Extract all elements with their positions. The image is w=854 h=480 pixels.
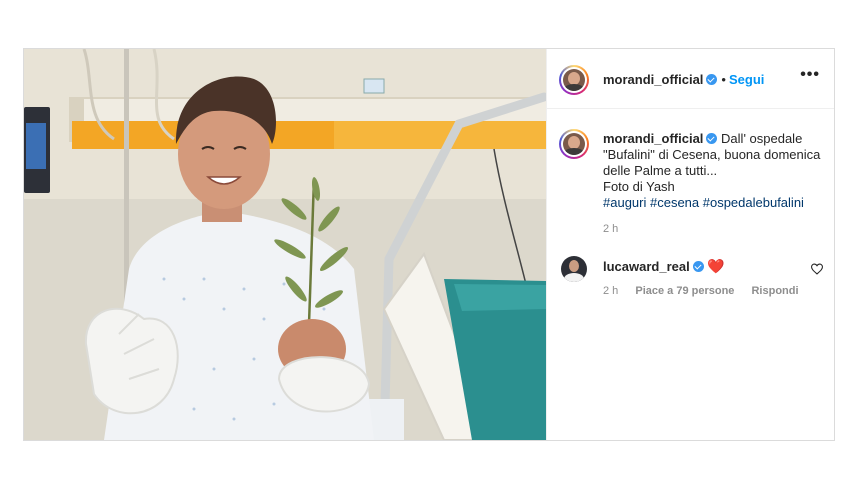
verified-badge-icon <box>706 133 718 144</box>
caption-text-line3: delle Palme a tutti... <box>603 163 718 178</box>
verified-badge-icon <box>692 261 704 272</box>
more-options-icon[interactable]: ••• <box>800 67 820 83</box>
post-timestamp[interactable]: 2 h <box>603 223 618 235</box>
commenter-avatar[interactable] <box>561 256 587 282</box>
author-avatar[interactable] <box>559 65 589 95</box>
post-sidebar: morandi_official • Segui ••• morandi_offic… <box>546 49 834 440</box>
instagram-post: morandi_official • Segui ••• morandi_offic… <box>23 48 835 441</box>
header-user-row: morandi_official • Segui <box>603 71 764 89</box>
heart-emoji: ❤️ <box>707 258 725 274</box>
post-header: morandi_official • Segui ••• <box>547 49 834 109</box>
caption-text-line1: Dall' ospedale <box>721 131 803 146</box>
caption-text-line4: Foto di Yash <box>603 179 675 194</box>
comment-timestamp: 2 h <box>603 285 619 297</box>
commenter-username[interactable]: lucaward_real <box>603 259 690 274</box>
verified-badge-icon <box>706 74 718 85</box>
comment-likes[interactable]: Piace a 79 persone <box>635 285 734 297</box>
comment-meta: 2 h Piace a 79 persone Rispondi <box>603 285 813 297</box>
reply-button[interactable]: Rispondi <box>751 285 798 297</box>
author-username[interactable]: morandi_official <box>603 72 703 87</box>
caption-username[interactable]: morandi_official <box>603 131 703 146</box>
caption-author-avatar[interactable] <box>559 129 589 159</box>
caption-hashtags[interactable]: #auguri #cesena #ospedalebufalini <box>603 195 804 210</box>
comment-row: lucaward_real ❤️ <box>603 258 725 275</box>
like-heart-icon[interactable] <box>810 263 824 275</box>
post-caption: morandi_official Dall' ospedale "Bufalin… <box>603 131 828 211</box>
follow-button[interactable]: Segui <box>729 72 764 87</box>
separator-dot: • <box>721 72 726 87</box>
hospital-photo-illustration <box>24 49 546 440</box>
post-photo[interactable] <box>24 49 546 440</box>
caption-text-line2: "Bufalini" di Cesena, buona domenica <box>603 147 821 162</box>
